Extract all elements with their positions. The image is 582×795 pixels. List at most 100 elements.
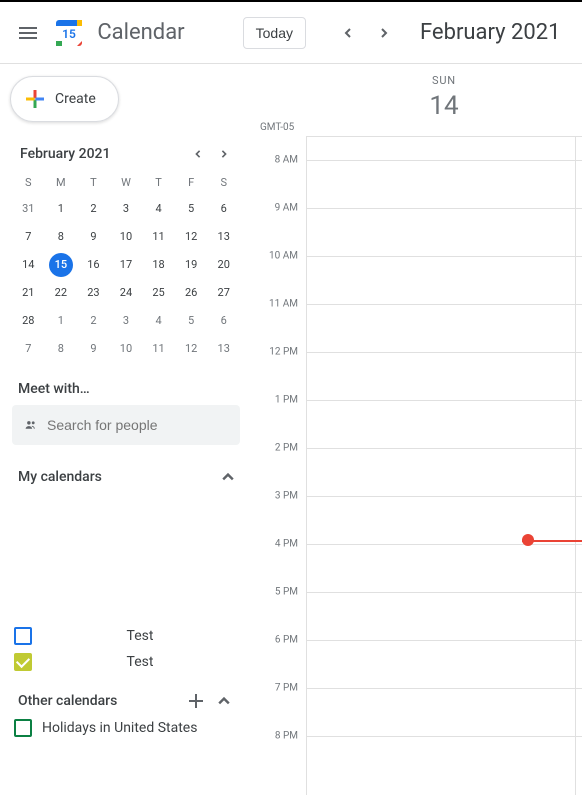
mini-day-cell[interactable]: 7 — [16, 337, 40, 361]
logo-day-number: 15 — [63, 27, 77, 41]
prev-period-button[interactable] — [332, 17, 364, 49]
mini-day-cell[interactable]: 12 — [179, 337, 203, 361]
mini-day-cell[interactable]: 18 — [147, 253, 171, 277]
other-calendars-toggle[interactable] — [214, 691, 234, 711]
mini-day-cell[interactable]: 4 — [147, 309, 171, 333]
mini-day-cell[interactable]: 13 — [212, 225, 236, 249]
mini-day-cell[interactable]: 16 — [81, 253, 105, 277]
calendar-checkbox[interactable] — [14, 627, 32, 645]
calendar-row[interactable]: Test — [10, 623, 242, 649]
mini-dow-label: M — [45, 172, 78, 193]
mini-calendar-header: February 2021 — [10, 142, 242, 172]
my-calendars-toggle[interactable]: My calendars — [10, 465, 242, 489]
mini-day-cell[interactable]: 11 — [147, 337, 171, 361]
mini-day-cell[interactable]: 28 — [16, 309, 40, 333]
mini-day-cell[interactable]: 27 — [212, 281, 236, 305]
mini-dow-label: T — [142, 172, 175, 193]
calendar-checkbox[interactable] — [14, 719, 32, 737]
current-time-dot — [522, 534, 534, 546]
create-label: Create — [55, 91, 96, 107]
mini-day-cell[interactable]: 12 — [179, 225, 203, 249]
mini-dow-label: S — [12, 172, 45, 193]
chevron-up-icon — [218, 695, 230, 707]
mini-prev-month-button[interactable] — [186, 142, 210, 166]
mini-day-cell[interactable]: 2 — [81, 309, 105, 333]
mini-day-cell[interactable]: 5 — [179, 309, 203, 333]
mini-day-cell[interactable]: 14 — [16, 253, 40, 277]
mini-day-cell[interactable]: 25 — [147, 281, 171, 305]
mini-day-cell[interactable]: 6 — [212, 309, 236, 333]
hour-label: 7 PM — [275, 683, 298, 694]
mini-day-cell[interactable]: 10 — [114, 337, 138, 361]
create-button[interactable]: Create — [10, 76, 119, 122]
mini-day-cell[interactable]: 9 — [81, 337, 105, 361]
hour-grid[interactable] — [306, 136, 582, 795]
chevron-left-icon — [194, 150, 202, 158]
hour-gridline — [306, 544, 582, 545]
next-period-button[interactable] — [368, 17, 400, 49]
plus-multicolor-icon — [23, 87, 47, 111]
mini-day-cell[interactable]: 24 — [114, 281, 138, 305]
mini-day-cell[interactable]: 3 — [114, 309, 138, 333]
hour-label: 11 AM — [269, 299, 298, 310]
mini-day-cell[interactable]: 4 — [147, 197, 171, 221]
mini-day-cell[interactable]: 2 — [81, 197, 105, 221]
mini-day-cell[interactable]: 19 — [179, 253, 203, 277]
header-date-label: February 2021 — [420, 20, 570, 45]
mini-day-cell[interactable]: 9 — [81, 225, 105, 249]
day-column-header[interactable]: SUN 14 — [306, 64, 582, 121]
left-sidebar: Create February 2021 SMTWTFS311234567891… — [0, 64, 252, 795]
mini-day-cell[interactable]: 8 — [49, 337, 73, 361]
app-header: 15 Calendar Today February 2021 — [0, 2, 582, 64]
mini-day-cell[interactable]: 21 — [16, 281, 40, 305]
mini-day-cell[interactable]: 1 — [49, 197, 73, 221]
mini-day-cell[interactable]: 23 — [81, 281, 105, 305]
hour-gridline — [306, 592, 582, 593]
calendar-label: Holidays in United States — [42, 720, 197, 736]
mini-day-cell[interactable]: 8 — [49, 225, 73, 249]
mini-day-cell[interactable]: 1 — [49, 309, 73, 333]
calendar-row[interactable]: Test — [10, 649, 242, 675]
hour-label: 4 PM — [275, 539, 298, 550]
mini-day-cell[interactable]: 15 — [49, 253, 73, 277]
mini-day-cell[interactable]: 7 — [16, 225, 40, 249]
my-calendars-list: Test Test — [10, 623, 242, 675]
hour-label: 6 PM — [275, 635, 298, 646]
mini-day-cell[interactable]: 26 — [179, 281, 203, 305]
search-people-field[interactable] — [12, 405, 240, 445]
timezone-label: GMT-05 — [252, 122, 294, 133]
search-people-input[interactable] — [47, 417, 228, 433]
mini-day-cell[interactable]: 5 — [179, 197, 203, 221]
calendar-label: Test — [42, 628, 238, 644]
main-menu-button[interactable] — [12, 13, 43, 53]
mini-day-cell[interactable]: 22 — [49, 281, 73, 305]
mini-day-cell[interactable]: 10 — [114, 225, 138, 249]
meet-with-title: Meet with… — [18, 381, 242, 397]
mini-calendar-grid: SMTWTFS311234567891011121314151617181920… — [10, 172, 242, 361]
mini-calendar-title: February 2021 — [20, 146, 110, 162]
hour-gridline — [306, 640, 582, 641]
day-number-label: 14 — [429, 91, 458, 121]
day-view: SUN 14 GMT-05 8 AM9 AM10 AM11 AM12 PM1 P… — [252, 64, 582, 795]
add-other-calendar-button[interactable] — [186, 691, 206, 711]
app-title: Calendar — [97, 20, 184, 45]
hour-label: 8 PM — [275, 731, 298, 742]
other-calendars-label: Other calendars — [18, 693, 178, 709]
mini-day-cell[interactable]: 11 — [147, 225, 171, 249]
mini-day-cell[interactable]: 31 — [16, 197, 40, 221]
today-button[interactable]: Today — [243, 17, 306, 49]
calendar-row[interactable]: Holidays in United States — [10, 715, 242, 741]
hour-label: 10 AM — [269, 251, 298, 262]
mini-day-cell[interactable]: 17 — [114, 253, 138, 277]
mini-dow-label: T — [77, 172, 110, 193]
hour-gridline — [306, 160, 582, 161]
mini-day-cell[interactable]: 20 — [212, 253, 236, 277]
calendar-checkbox[interactable] — [14, 653, 32, 671]
mini-day-cell[interactable]: 6 — [212, 197, 236, 221]
mini-day-cell[interactable]: 13 — [212, 337, 236, 361]
mini-next-month-button[interactable] — [212, 142, 236, 166]
people-icon — [24, 415, 37, 435]
hour-label: 3 PM — [275, 491, 298, 502]
mini-day-cell[interactable]: 3 — [114, 197, 138, 221]
hour-label: 9 AM — [275, 203, 298, 214]
